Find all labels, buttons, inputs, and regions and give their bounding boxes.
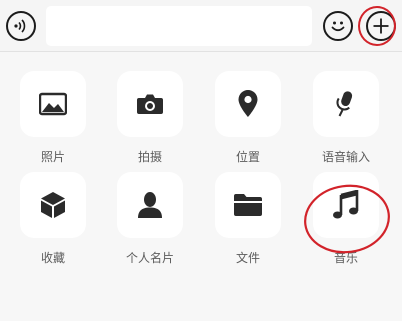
favorites-label: 收藏 [40,251,65,265]
voice-input-label: 语音输入 [321,150,370,164]
chat-input-bar [0,0,402,52]
voice-input-tile[interactable] [313,71,379,137]
person-icon [137,191,163,219]
more-button[interactable] [366,11,396,41]
camera-icon [136,92,164,116]
microphone-icon [333,90,359,118]
contact-card-label: 个人名片 [125,251,174,265]
location-pin-icon [237,89,259,119]
emoji-button[interactable] [323,11,353,41]
voice-button[interactable] [6,11,36,41]
file-label: 文件 [235,251,260,265]
location-tile[interactable] [215,71,281,137]
cube-icon [40,191,66,219]
message-input[interactable] [46,6,312,46]
photo-tile[interactable] [20,71,86,137]
photo-icon [39,92,67,116]
camera-tile[interactable] [117,71,183,137]
contact-card-tile[interactable] [117,172,183,238]
music-label: 音乐 [333,251,358,265]
camera-label: 拍摄 [137,150,162,164]
voice-wave-icon [12,17,30,35]
location-label: 位置 [235,150,260,164]
music-tile[interactable] [313,172,379,238]
music-note-icon [332,190,360,220]
folder-icon [233,193,263,217]
file-tile[interactable] [215,172,281,238]
favorites-tile[interactable] [20,172,86,238]
photo-label: 照片 [40,150,65,164]
